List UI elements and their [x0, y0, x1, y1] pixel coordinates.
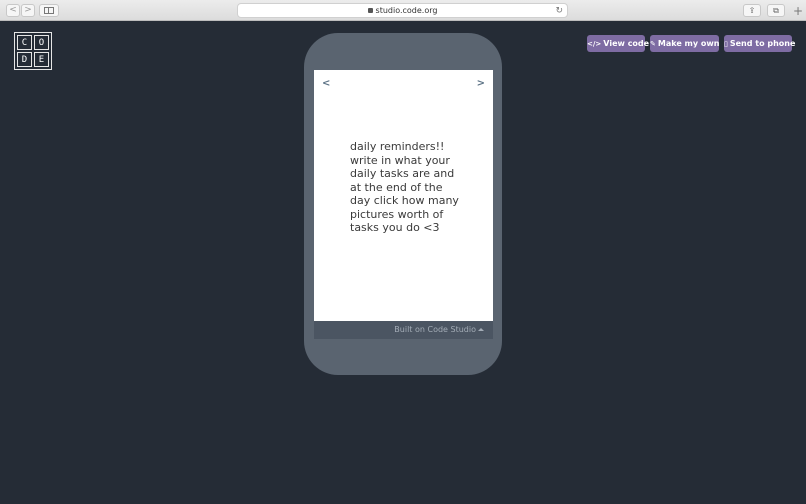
- view-code-button[interactable]: </> View code: [587, 35, 649, 52]
- view-code-label: View code: [603, 39, 650, 48]
- edit-icon: ✎: [650, 40, 656, 48]
- share-icon: ⇪: [748, 6, 756, 15]
- logo-letter: D: [17, 52, 32, 67]
- tabs-button[interactable]: ⧉: [767, 4, 785, 17]
- footer-text-wrap: Built on Code Studio: [394, 321, 484, 339]
- send-to-phone-button[interactable]: ▯ Send to phone: [724, 35, 795, 52]
- new-tab-icon[interactable]: +: [793, 5, 803, 17]
- logo-letter: O: [34, 35, 49, 50]
- url-text: studio.code.org: [375, 6, 438, 15]
- address-text-wrap: studio.code.org: [238, 4, 567, 17]
- forward-button[interactable]: >: [21, 4, 35, 17]
- browser-toolbar: < > studio.code.org ↻ ⇪ ⧉ +: [0, 0, 806, 21]
- lock-icon: [367, 8, 373, 13]
- share-button[interactable]: ⇪: [743, 4, 761, 17]
- reload-icon[interactable]: ↻: [555, 5, 563, 17]
- code-icon: </>: [587, 40, 602, 48]
- logo-letter: E: [34, 52, 49, 67]
- chevron-right-icon: >: [24, 5, 32, 15]
- next-screen-button[interactable]: >: [477, 78, 485, 89]
- sidebar-icon: [44, 7, 54, 14]
- address-bar[interactable]: studio.code.org ↻: [237, 3, 568, 18]
- code-logo[interactable]: C O D E: [14, 32, 52, 70]
- previous-screen-button[interactable]: <: [322, 78, 330, 89]
- app-screen[interactable]: < > daily reminders!! write in what your…: [314, 70, 493, 321]
- caret-up-icon: [478, 328, 484, 331]
- chevron-left-icon: <: [9, 5, 17, 15]
- phone-icon: ▯: [724, 40, 728, 48]
- logo-letter: C: [17, 35, 32, 50]
- back-button[interactable]: <: [6, 4, 20, 17]
- app-text: daily reminders!! write in what your dai…: [350, 140, 459, 234]
- built-on-label: Built on Code Studio: [394, 325, 476, 334]
- sidebar-toggle-button[interactable]: [39, 4, 59, 17]
- make-my-own-label: Make my own: [657, 39, 720, 48]
- code-studio-footer[interactable]: Built on Code Studio: [314, 321, 493, 339]
- make-my-own-button[interactable]: ✎ Make my own: [650, 35, 719, 52]
- tabs-icon: ⧉: [773, 6, 779, 15]
- send-to-phone-label: Send to phone: [729, 39, 796, 48]
